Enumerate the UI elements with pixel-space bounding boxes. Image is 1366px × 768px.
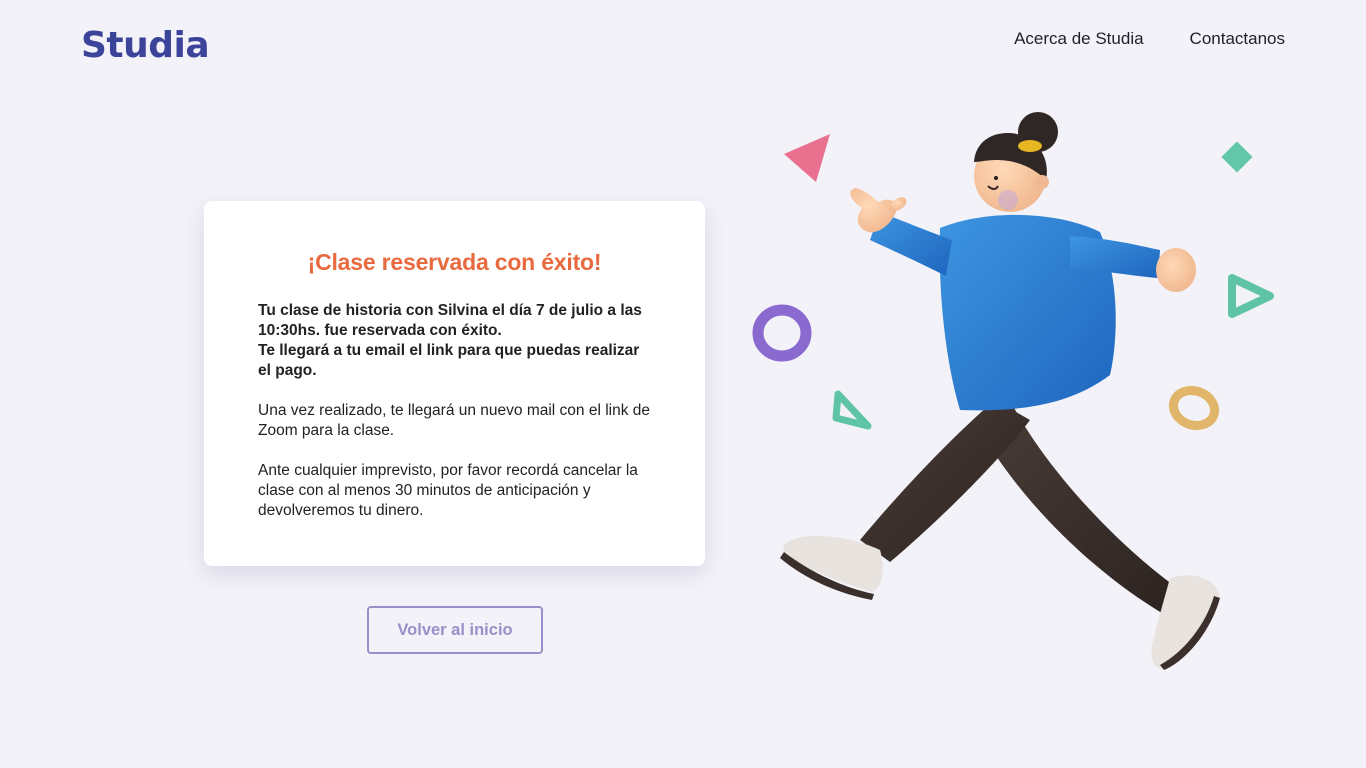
pointing-finger [890,197,907,211]
purple-ring-shape [752,304,812,362]
cancellation-notice: Ante cualquier imprevisto, por favor rec… [258,462,638,519]
right-fist [1156,248,1196,292]
nav-link-acerca[interactable]: Acerca de Studia [1014,28,1143,50]
walking-person-illustration [752,112,1274,670]
hair-tie [1018,140,1042,152]
front-leg [860,400,1030,562]
ear [1035,175,1049,189]
cheek [998,190,1018,210]
green-triangle-shape-large [1228,274,1274,318]
logo-text: Studia [81,25,210,66]
confirmation-title: ¡Clase reservada con éxito! [307,249,602,275]
page: Studia Acerca de Studia Contactanos ¡Cla… [0,0,1366,768]
gold-ring-shape [1168,385,1220,431]
zoom-notice: Una vez realizado, te llegará un nuevo m… [258,402,651,439]
payment-notice: Te llegará a tu email el link para que p… [258,342,640,379]
studia-logo[interactable]: Studia [81,22,210,70]
eye [994,176,998,180]
confirmation-card: ¡Clase reservada con éxito! Tu clase de … [204,201,705,566]
pink-triangle-shape [784,134,830,182]
back-to-home-button[interactable]: Volver al inicio [367,606,543,654]
green-triangle-shape-small [832,390,872,430]
top-nav: Acerca de Studia Contactanos [1014,28,1285,50]
nav-link-contactanos[interactable]: Contactanos [1190,28,1285,50]
confirmation-details: Tu clase de historia con Silvina el día … [258,302,642,339]
green-diamond-shape [1221,141,1253,173]
